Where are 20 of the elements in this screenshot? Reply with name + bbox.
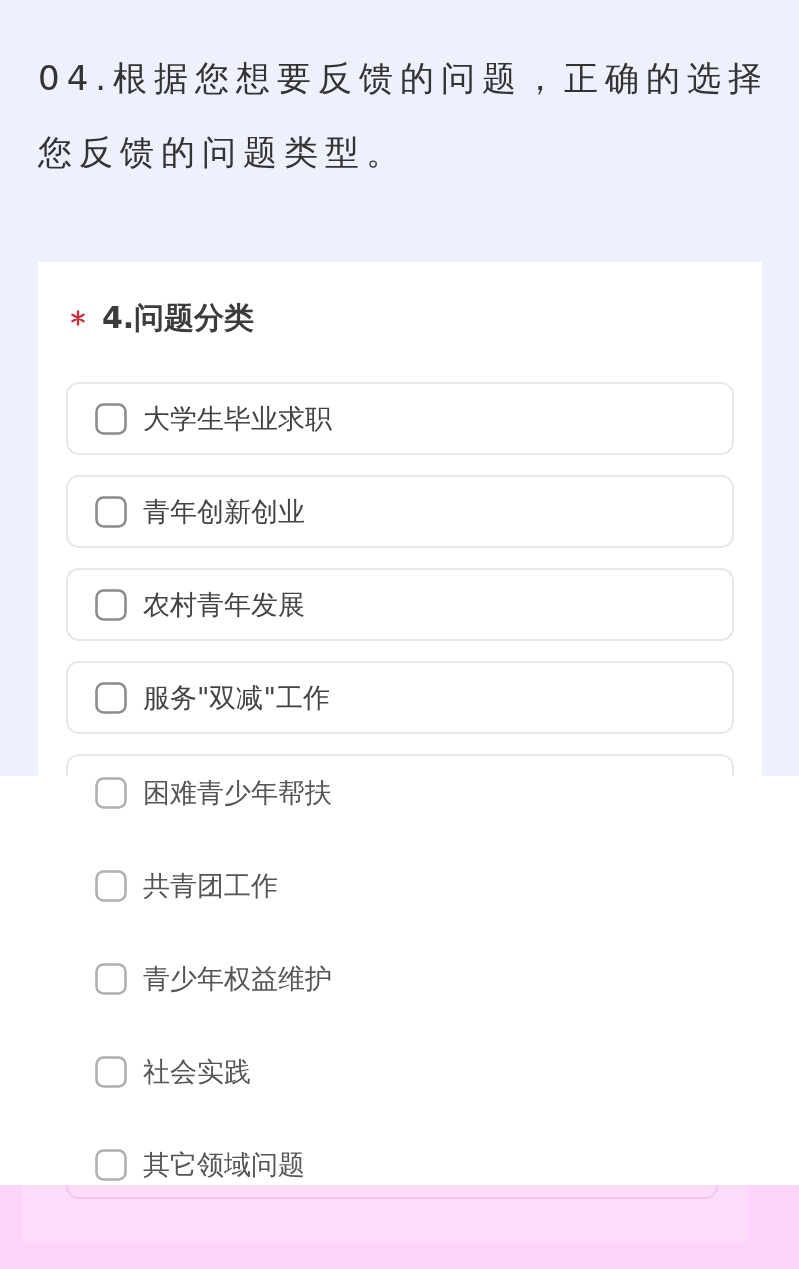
option-item[interactable]: 其它领域问题 xyxy=(95,1149,305,1181)
question-title: 4.问题分类 xyxy=(102,298,255,337)
option-item[interactable]: 青少年权益维护 xyxy=(95,963,332,995)
option-item[interactable]: 农村青年发展 xyxy=(66,568,734,641)
checkbox-icon[interactable] xyxy=(95,495,127,528)
option-item[interactable]: 共青团工作 xyxy=(95,870,278,902)
checkbox-icon[interactable] xyxy=(95,588,127,621)
option-item[interactable]: 青年创新创业 xyxy=(66,475,734,548)
checkbox-icon[interactable] xyxy=(95,870,127,902)
checkbox-icon[interactable] xyxy=(95,1149,127,1181)
option-item[interactable]: 服务"双减"工作 xyxy=(66,661,734,734)
option-item[interactable]: 困难青少年帮扶 xyxy=(95,777,332,809)
checkbox-icon[interactable] xyxy=(95,681,127,714)
checkbox-icon[interactable] xyxy=(95,777,127,809)
checkbox-icon[interactable] xyxy=(95,963,127,995)
section-heading: 04.根据您想要反馈的问题，正确的选择您反馈的问题类型。 xyxy=(38,57,771,174)
checkbox-icon[interactable] xyxy=(95,402,127,435)
option-item[interactable]: 社会实践 xyxy=(95,1056,251,1088)
option-item[interactable]: 大学生毕业求职 xyxy=(66,382,734,455)
checkbox-icon[interactable] xyxy=(95,1056,127,1088)
